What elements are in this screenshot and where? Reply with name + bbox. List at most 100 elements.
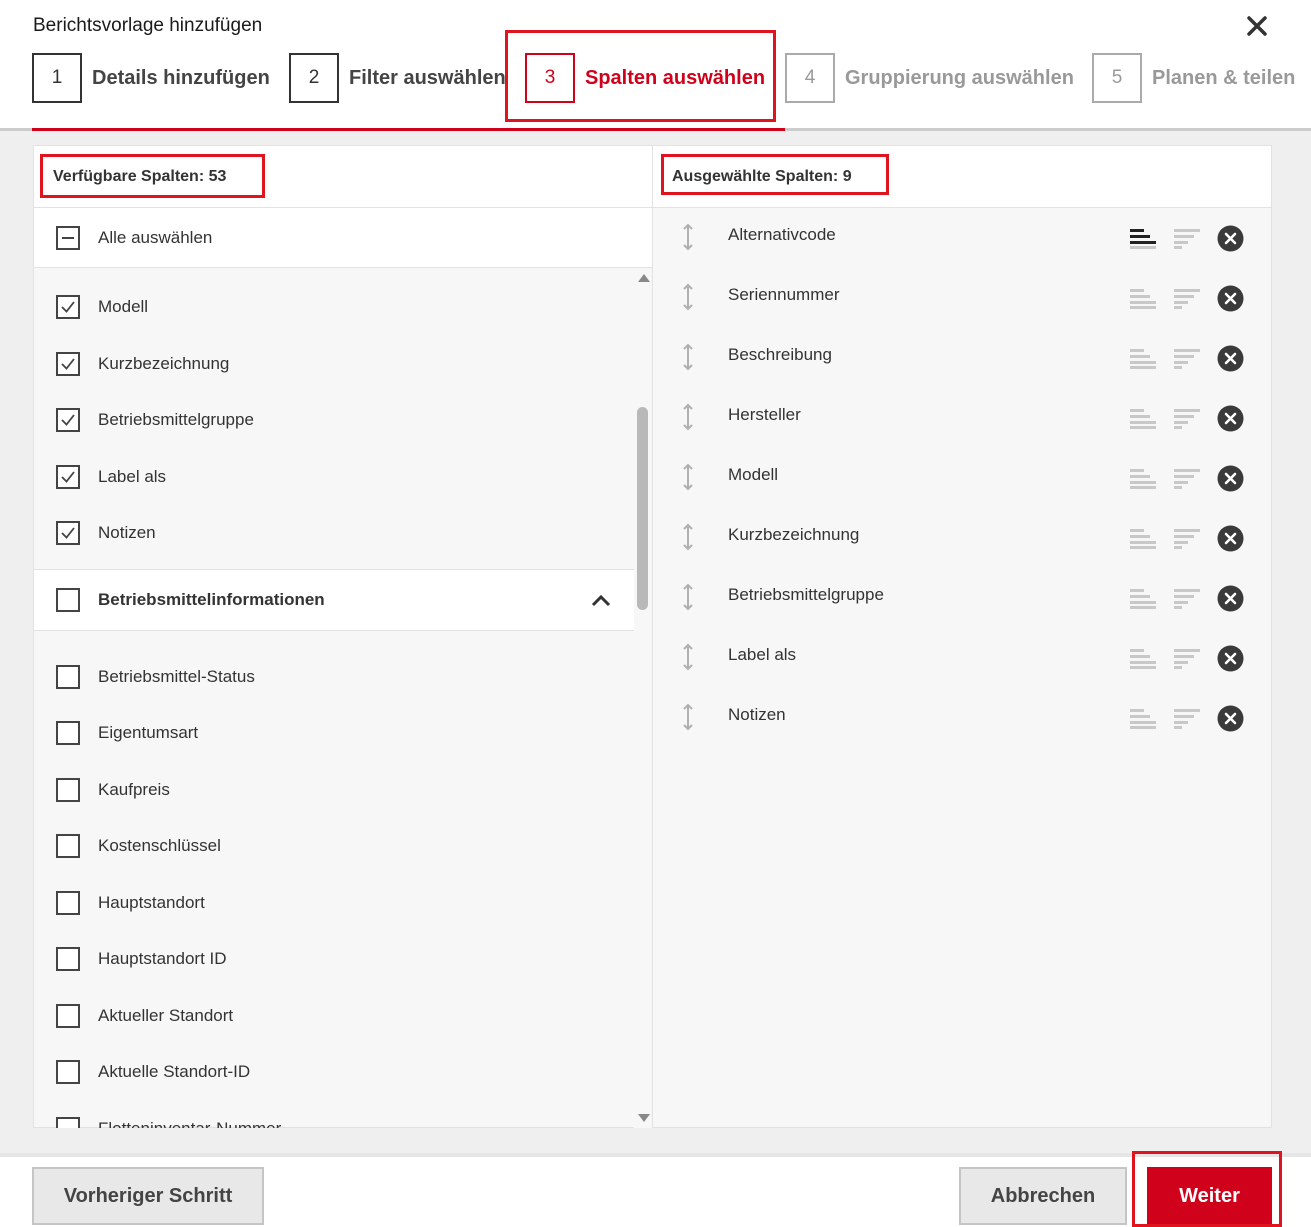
selected-column-row[interactable]: Seriennummer	[653, 268, 1271, 328]
item-label: Betriebsmittelgruppe	[98, 410, 254, 430]
item-label: Aktuelle Standort-ID	[98, 1062, 251, 1082]
sort-lines-icon[interactable]	[1174, 708, 1202, 730]
remove-icon[interactable]	[1217, 645, 1244, 672]
checkbox[interactable]	[56, 1003, 80, 1028]
drag-handle-icon[interactable]	[679, 522, 697, 552]
select-all-checkbox[interactable]	[56, 225, 80, 250]
drag-handle-icon[interactable]	[679, 222, 697, 252]
align-left-icon[interactable]	[1130, 648, 1158, 670]
available-columns-list: Modell Kurzbezeichnung Betriebsmittelgru…	[34, 270, 634, 1128]
remove-icon[interactable]	[1217, 345, 1244, 372]
close-button[interactable]	[1243, 12, 1271, 40]
group-header[interactable]: Betriebsmittelinformationen	[34, 568, 634, 631]
selected-column-row[interactable]: Alternativcode	[653, 208, 1271, 268]
list-item[interactable]: Hauptstandort	[34, 875, 634, 932]
remove-icon[interactable]	[1217, 285, 1244, 312]
scroll-down-arrow-icon[interactable]	[638, 1114, 650, 1122]
select-all-row[interactable]: Alle auswählen	[34, 208, 652, 268]
checkbox[interactable]	[56, 777, 80, 802]
selected-column-row[interactable]: Hersteller	[653, 388, 1271, 448]
selected-columns-panel: Ausgewählte Spalten: 9 Alternativcode Ser…	[652, 145, 1272, 1128]
step-number: 2	[289, 53, 339, 103]
align-left-icon[interactable]	[1130, 408, 1158, 430]
remove-icon[interactable]	[1217, 705, 1244, 732]
selected-column-row[interactable]: Beschreibung	[653, 328, 1271, 388]
selected-column-row[interactable]: Notizen	[653, 688, 1271, 748]
item-label: Label als	[98, 466, 167, 486]
align-left-icon[interactable]	[1130, 468, 1158, 490]
checkbox[interactable]	[56, 721, 80, 746]
sort-lines-icon[interactable]	[1174, 648, 1202, 670]
align-left-icon[interactable]	[1130, 288, 1158, 310]
list-item[interactable]: Modell	[34, 279, 634, 336]
selected-column-row[interactable]: Modell	[653, 448, 1271, 508]
remove-icon[interactable]	[1217, 465, 1244, 492]
drag-handle-icon[interactable]	[679, 582, 697, 612]
step-1[interactable]: 1 Details hinzufügen	[32, 53, 270, 103]
align-left-icon[interactable]	[1130, 348, 1158, 370]
group-checkbox[interactable]	[56, 587, 80, 612]
list-item[interactable]: Aktuelle Standort-ID	[34, 1044, 634, 1101]
sort-lines-icon[interactable]	[1174, 288, 1202, 310]
chevron-up-icon[interactable]	[590, 590, 612, 612]
checkbox[interactable]	[56, 834, 80, 859]
drag-handle-icon[interactable]	[679, 642, 697, 672]
scrollbar[interactable]	[634, 270, 652, 1128]
list-item[interactable]: Betriebsmittelgruppe	[34, 392, 634, 449]
remove-icon[interactable]	[1217, 225, 1244, 252]
available-columns-header: Verfügbare Spalten: 53	[34, 146, 652, 208]
list-item[interactable]: Kurzbezeichnung	[34, 336, 634, 393]
step-2[interactable]: 2 Filter auswählen	[289, 53, 506, 103]
list-item[interactable]: Hauptstandort ID	[34, 931, 634, 988]
sort-lines-icon[interactable]	[1174, 528, 1202, 550]
selected-column-row[interactable]: Label als	[653, 628, 1271, 688]
checkbox[interactable]	[56, 464, 80, 489]
checkbox[interactable]	[56, 1060, 80, 1085]
checkbox[interactable]	[56, 890, 80, 915]
list-item[interactable]: Betriebsmittel-Status	[34, 649, 634, 706]
sort-lines-icon[interactable]	[1174, 408, 1202, 430]
remove-icon[interactable]	[1217, 585, 1244, 612]
close-icon	[1247, 16, 1267, 36]
align-left-icon[interactable]	[1130, 708, 1158, 730]
step-4[interactable]: 4 Gruppierung auswählen	[785, 53, 1074, 103]
sort-lines-icon[interactable]	[1174, 228, 1202, 250]
select-all-label: Alle auswählen	[98, 227, 213, 247]
step-3[interactable]: 3 Spalten auswählen	[525, 53, 765, 103]
drag-handle-icon[interactable]	[679, 702, 697, 732]
align-left-icon[interactable]	[1130, 528, 1158, 550]
align-left-icon[interactable]	[1130, 588, 1158, 610]
align-left-icon[interactable]	[1130, 228, 1158, 250]
next-button[interactable]: Weiter	[1147, 1167, 1272, 1225]
step-5[interactable]: 5 Planen & teilen	[1092, 53, 1295, 103]
sort-lines-icon[interactable]	[1174, 468, 1202, 490]
remove-icon[interactable]	[1217, 405, 1244, 432]
sort-lines-icon[interactable]	[1174, 348, 1202, 370]
checkbox[interactable]	[56, 521, 80, 546]
drag-handle-icon[interactable]	[679, 462, 697, 492]
checkbox[interactable]	[56, 1116, 80, 1128]
list-item[interactable]: Eigentumsart	[34, 705, 634, 762]
checkbox[interactable]	[56, 947, 80, 972]
checkbox[interactable]	[56, 351, 80, 376]
scroll-thumb[interactable]	[637, 407, 648, 610]
selected-column-row[interactable]: Betriebsmittelgruppe	[653, 568, 1271, 628]
checkbox[interactable]	[56, 664, 80, 689]
previous-step-button[interactable]: Vorheriger Schritt	[32, 1167, 264, 1225]
drag-handle-icon[interactable]	[679, 282, 697, 312]
cancel-button[interactable]: Abbrechen	[959, 1167, 1127, 1225]
list-item[interactable]: Kostenschlüssel	[34, 818, 634, 875]
list-item[interactable]: Aktueller Standort	[34, 988, 634, 1045]
scroll-up-arrow-icon[interactable]	[638, 274, 650, 282]
sort-lines-icon[interactable]	[1174, 588, 1202, 610]
selected-column-row[interactable]: Kurzbezeichnung	[653, 508, 1271, 568]
list-item[interactable]: Kaufpreis	[34, 762, 634, 819]
drag-handle-icon[interactable]	[679, 342, 697, 372]
checkbox[interactable]	[56, 408, 80, 433]
checkbox[interactable]	[56, 295, 80, 320]
drag-handle-icon[interactable]	[679, 402, 697, 432]
remove-icon[interactable]	[1217, 525, 1244, 552]
list-item[interactable]: Notizen	[34, 505, 634, 562]
list-item[interactable]: Flotteninventar-Nummer	[34, 1101, 634, 1128]
list-item[interactable]: Label als	[34, 449, 634, 506]
